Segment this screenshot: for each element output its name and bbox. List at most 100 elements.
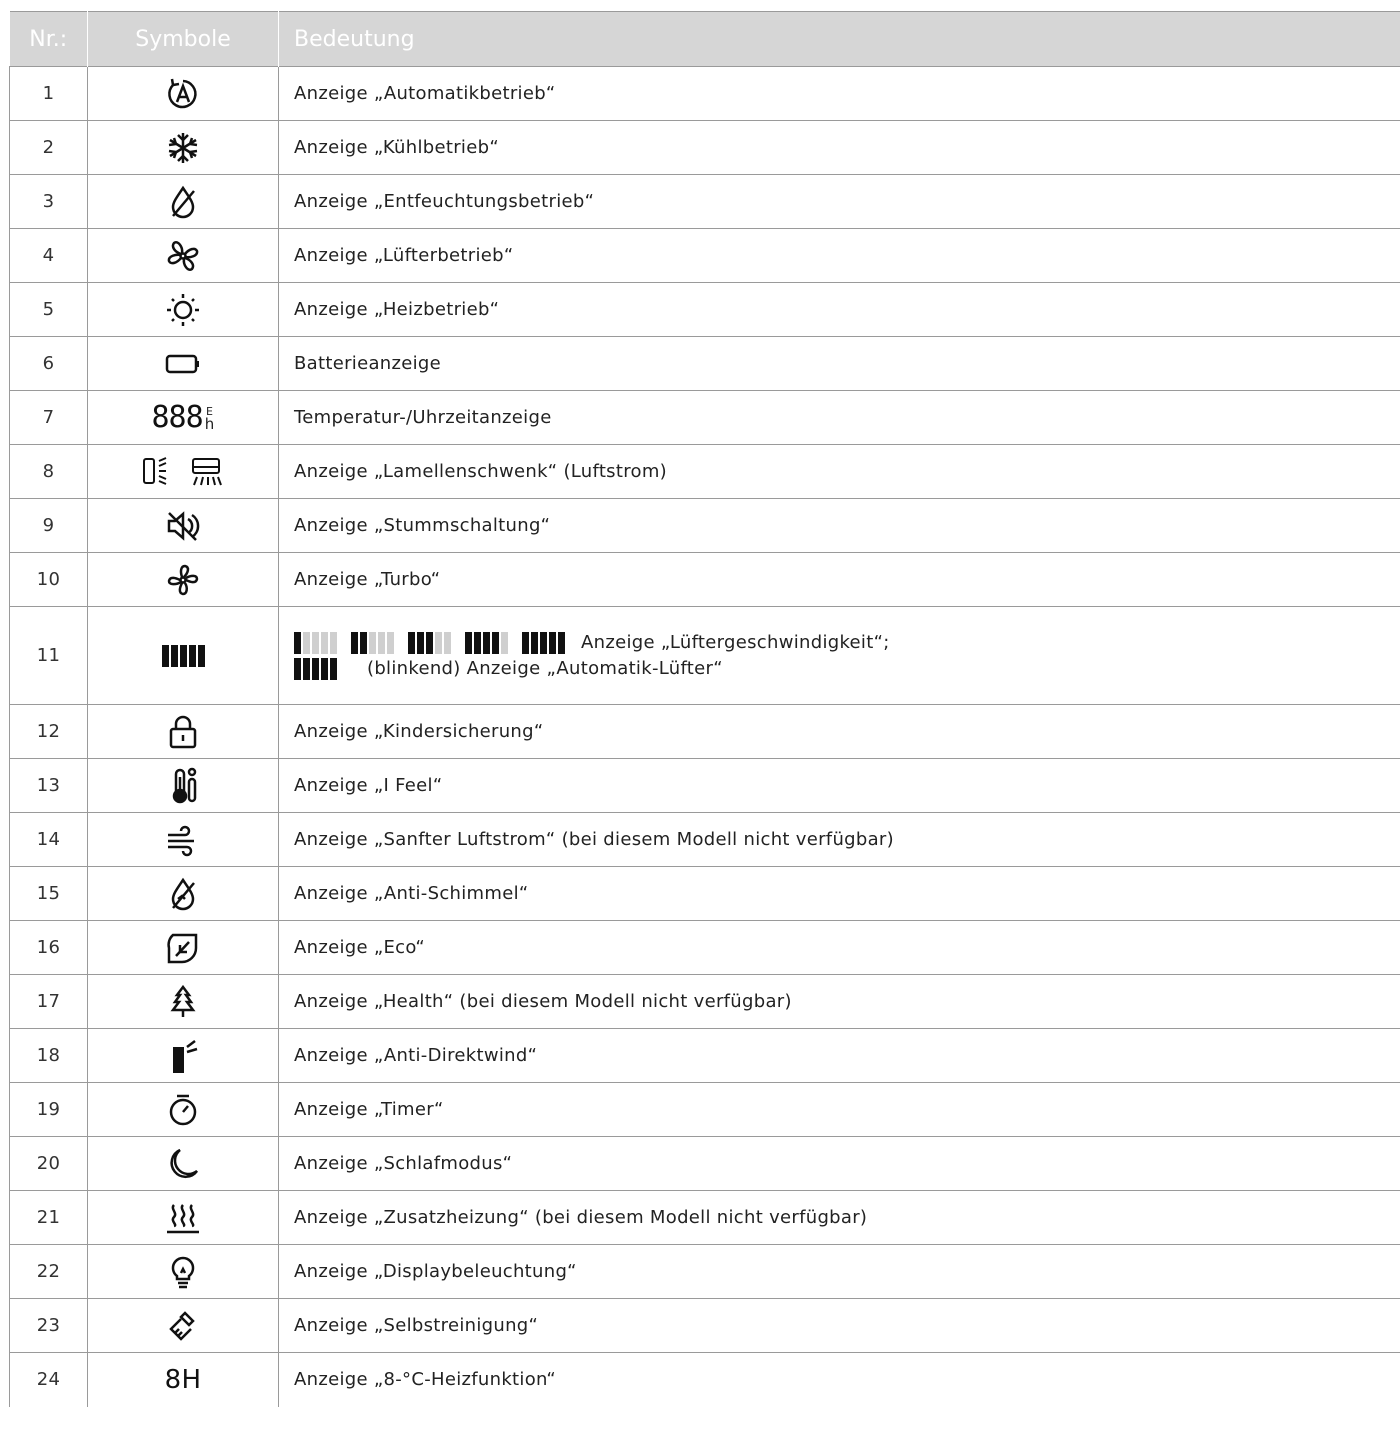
row-description: Temperatur-/Uhrzeitanzeige (278, 390, 1400, 445)
fan-speed-levels (294, 631, 565, 654)
row-number: 21 (9, 1190, 88, 1245)
row-description: Anzeige „Displaybeleuchtung“ (278, 1244, 1400, 1299)
fan-bar (303, 657, 310, 680)
table-row: 8 Anzeige „Lamellenschwenk“ (Luftstrom) (9, 444, 1400, 499)
cleaning-brush-icon (165, 1309, 201, 1343)
fan-bar (161, 644, 169, 667)
auto-mode-icon (165, 77, 201, 111)
row-number: 14 (9, 812, 88, 867)
fan-bar (408, 631, 415, 654)
table-row: 16 Anzeige „Eco“ (9, 920, 1400, 975)
fan-level-1-icon (294, 631, 337, 654)
fan-bar (312, 657, 319, 680)
header-number: Nr.: (9, 11, 88, 67)
fan-bar (197, 644, 205, 667)
battery-icon (165, 347, 201, 381)
row-description: Anzeige „Kühlbetrieb“ (278, 120, 1400, 175)
row-number: 22 (9, 1244, 88, 1299)
table-row: 24 8H Anzeige „8-°C-Heizfunktion“ (9, 1352, 1400, 1407)
table-row: 22 Anzeige „Displaybeleuchtung“ (9, 1244, 1400, 1299)
table-row: 15 Anzeige „Anti-Schimmel“ (9, 866, 1400, 921)
row-description: Anzeige „8-°C-Heizfunktion“ (278, 1352, 1400, 1407)
table-row: 12 Anzeige „Kindersicherung“ (9, 704, 1400, 759)
row-number: 16 (9, 920, 88, 975)
fan-bar (387, 631, 394, 654)
row-description: Anzeige „Eco“ (278, 920, 1400, 975)
row-number: 9 (9, 498, 88, 553)
fan-icon (165, 239, 201, 273)
table-row: 14 Anzeige „Sanfter Luftstrom“ (bei dies… (9, 812, 1400, 867)
anti-mold-icon (165, 877, 201, 911)
row-description: Anzeige „Selbstreinigung“ (278, 1298, 1400, 1353)
fan-bar (465, 631, 472, 654)
anti-direct-wind-icon (165, 1037, 201, 1075)
row-number: 13 (9, 758, 88, 813)
fan-speed-text: Anzeige „Lüftergeschwindigkeit“; (581, 631, 890, 653)
fan-bar (558, 631, 565, 654)
fan-bar (351, 631, 358, 654)
row-description: Anzeige „Stummschaltung“ (278, 498, 1400, 553)
row-number: 17 (9, 974, 88, 1029)
auto-fan-text: (blinkend) Anzeige „Automatik-Lüfter“ (367, 657, 723, 679)
row-number: 10 (9, 552, 88, 607)
table-row: 13 Anzeige „I Feel“ (9, 758, 1400, 813)
fan-bar (435, 631, 442, 654)
auto-fan-bars-icon (294, 657, 337, 680)
table-row: 17 Anzeige „Health“ (bei diesem Modell n… (9, 974, 1400, 1029)
row-number: 3 (9, 174, 88, 229)
fan-bar (483, 631, 490, 654)
fan-bar (492, 631, 499, 654)
fan-bar (188, 644, 196, 667)
seven-segment-display-icon: 888 E h (152, 400, 215, 435)
row-number: 12 (9, 704, 88, 759)
row-description: Anzeige „Lamellenschwenk“ (Luftstrom) (278, 444, 1400, 499)
row-number: 5 (9, 282, 88, 337)
table-row: 19 Anzeige „Timer“ (9, 1082, 1400, 1137)
padlock-icon (165, 715, 201, 749)
row-number: 7 (9, 390, 88, 445)
row-number: 1 (9, 66, 88, 121)
table-row: 2 Anzeige „Kühlbetrieb“ (9, 120, 1400, 175)
row-number: 24 (9, 1352, 88, 1407)
symbol-table: Nr.: Symbole Bedeutung 1 Anzeige „Automa… (9, 11, 1400, 1407)
fan-bar (501, 631, 508, 654)
eco-leaf-icon (165, 931, 201, 965)
row-number: 20 (9, 1136, 88, 1191)
row-description: Anzeige „Health“ (bei diesem Modell nich… (278, 974, 1400, 1029)
heater-waves-icon (165, 1201, 201, 1235)
moon-icon (165, 1147, 201, 1181)
fan-bar (312, 631, 319, 654)
sun-icon (165, 293, 201, 327)
table-row: 10 Anzeige „Turbo“ (9, 552, 1400, 607)
table-row: 21 Anzeige „Zusatzheizung“ (bei diesem M… (9, 1190, 1400, 1245)
row-description: Anzeige „Lüfterbetrieb“ (278, 228, 1400, 283)
fan-bar (378, 631, 385, 654)
row-description: Anzeige „Sanfter Luftstrom“ (bei diesem … (278, 812, 1400, 867)
fan-bar (444, 631, 451, 654)
header-symbol: Symbole (87, 11, 279, 67)
table-row: 1 Anzeige „Automatikbetrieb“ (9, 66, 1400, 121)
fan-level-3-icon (408, 631, 451, 654)
table-row: 4 Anzeige „Lüfterbetrieb“ (9, 228, 1400, 283)
fan-bar (369, 631, 376, 654)
display-digits: 888 (151, 400, 204, 435)
thermometer-person-icon (165, 767, 201, 805)
table-row: 18 Anzeige „Anti-Direktwind“ (9, 1028, 1400, 1083)
row-description: Anzeige „Timer“ (278, 1082, 1400, 1137)
row-number: 15 (9, 866, 88, 921)
gentle-wind-icon (165, 823, 201, 857)
louver-swing-icon (141, 455, 225, 489)
row-number: 23 (9, 1298, 88, 1353)
row-description: Anzeige „Anti-Schimmel“ (278, 866, 1400, 921)
fan-speed-bars-icon (161, 644, 205, 667)
table-row: 5 Anzeige „Heizbetrieb“ (9, 282, 1400, 337)
row-description: Anzeige „Kindersicherung“ (278, 704, 1400, 759)
fan-level-5-icon (522, 631, 565, 654)
fan-bar (522, 631, 529, 654)
row-description: Anzeige „Entfeuchtungsbetrieb“ (278, 174, 1400, 229)
row-description: Anzeige „Anti-Direktwind“ (278, 1028, 1400, 1083)
fan-bar (294, 631, 301, 654)
table-row: 20 Anzeige „Schlafmodus“ (9, 1136, 1400, 1191)
fan-level-2-icon (351, 631, 394, 654)
fan-bar (170, 644, 178, 667)
